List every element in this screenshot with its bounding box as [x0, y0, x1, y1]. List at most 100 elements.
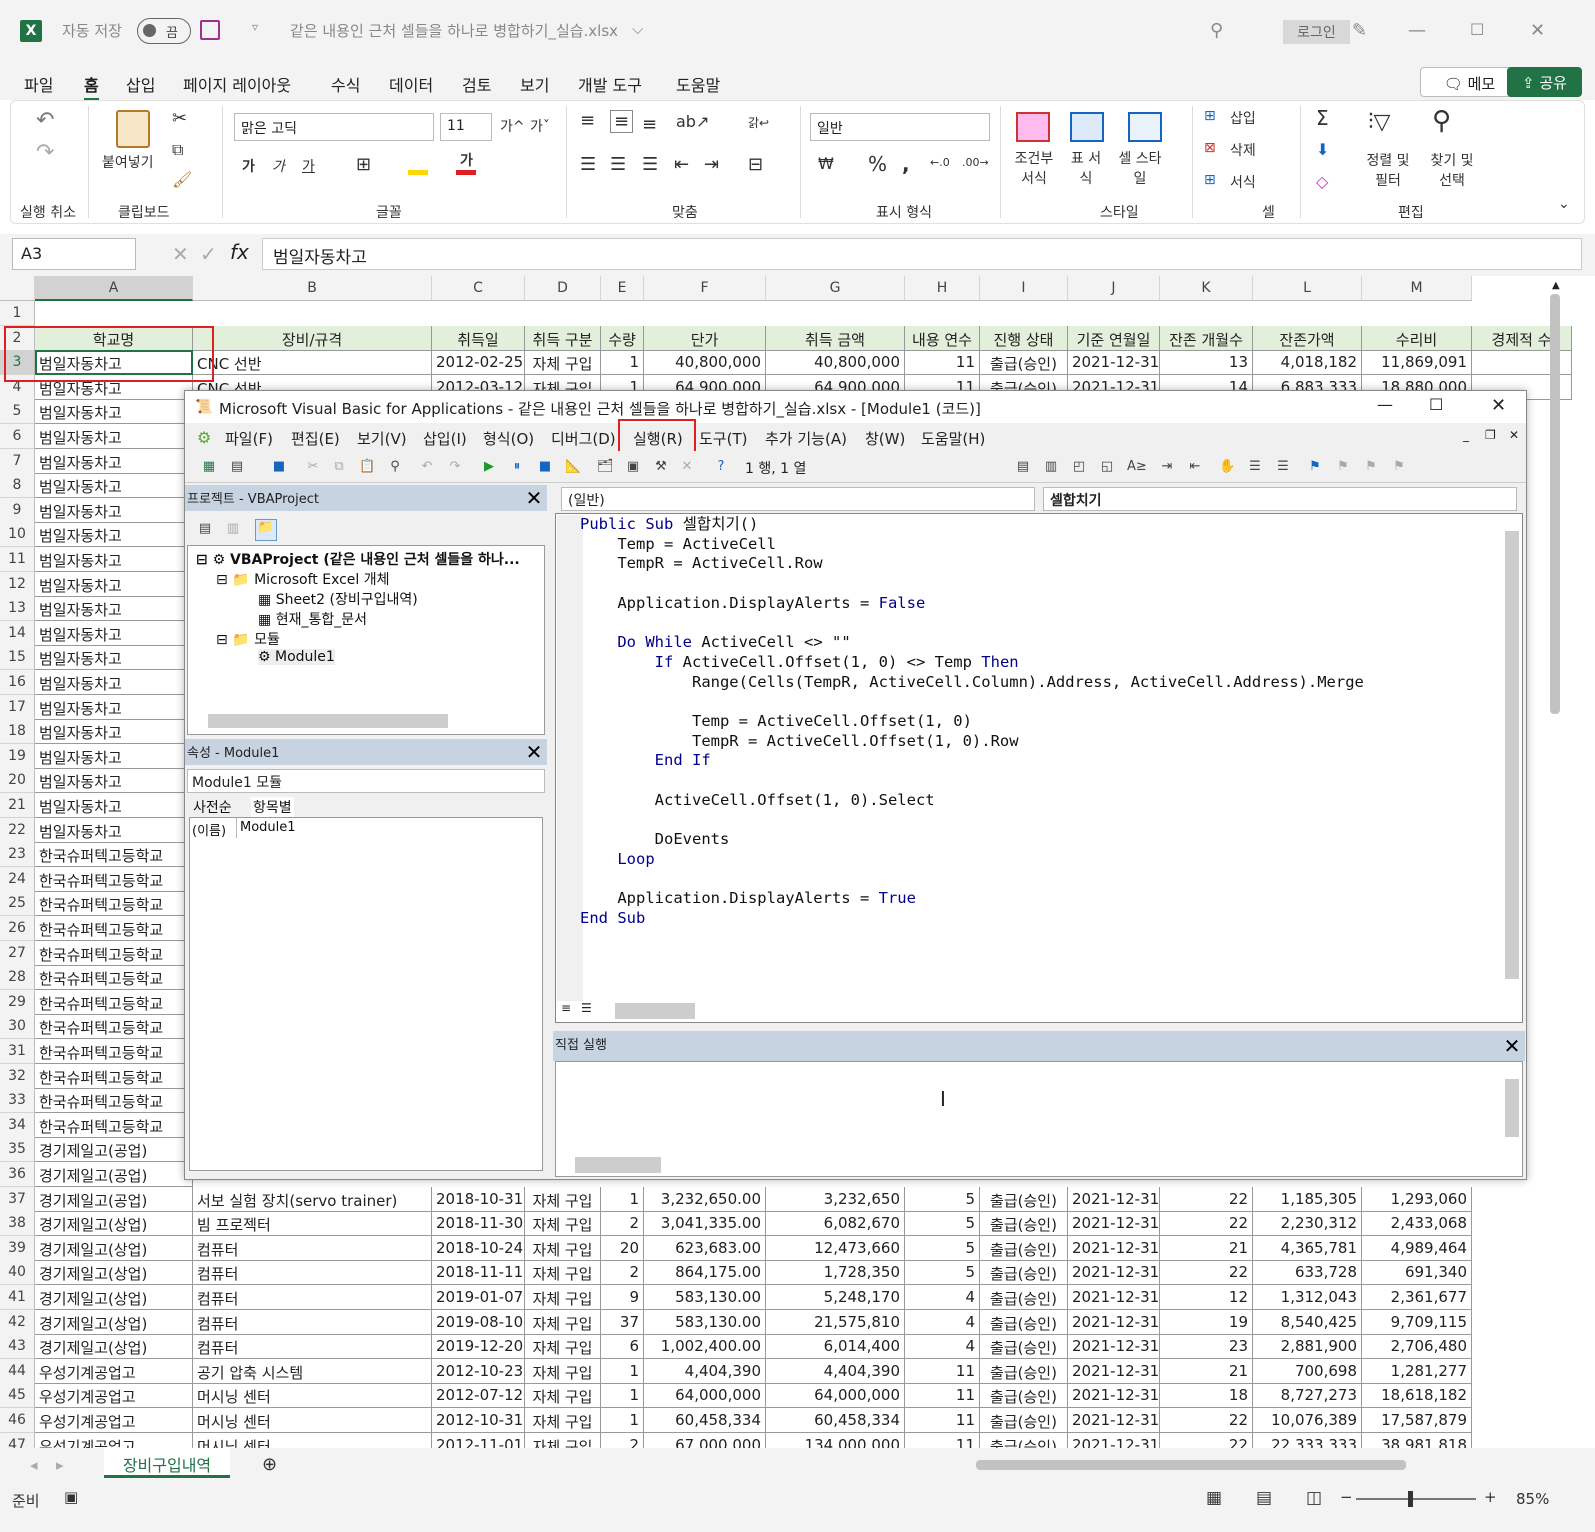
table-cell[interactable]: 2021-12-31	[1068, 1235, 1160, 1261]
vba-paste-icon[interactable]: 📋	[359, 459, 375, 475]
table-cell[interactable]: 11	[905, 1383, 980, 1409]
table-cell[interactable]: 11	[905, 350, 980, 376]
table-cell[interactable]: 출급(승인)	[980, 1408, 1068, 1433]
table-cell[interactable]: 2018-10-31	[432, 1186, 525, 1212]
title-chevron-icon[interactable]: ⌵	[632, 20, 643, 38]
table-cell[interactable]: 머시닝 센터	[193, 1408, 432, 1433]
header-cell[interactable]: 취득일	[432, 325, 525, 351]
prev-bookmark-icon[interactable]: ⚑	[1363, 459, 1379, 475]
column-header[interactable]: H	[905, 276, 980, 301]
table-cell[interactable]: 2021-12-31	[1068, 1408, 1160, 1433]
header-cell[interactable]: 취득 금액	[766, 325, 905, 351]
tab-home[interactable]: 홈	[84, 72, 99, 101]
table-cell[interactable]: 4	[905, 1334, 980, 1360]
table-cell[interactable]: 우성기계공업고	[35, 1408, 193, 1433]
table-cell[interactable]: 한국슈퍼텍고등학교	[35, 989, 193, 1015]
table-cell[interactable]: 자체 구입	[525, 1309, 601, 1335]
table-cell[interactable]: 경기제일고(공업)	[35, 1186, 193, 1212]
table-cell[interactable]: 우성기계공업고	[35, 1383, 193, 1409]
conditional-format-icon[interactable]	[1016, 112, 1050, 142]
code-line[interactable]: TempR = ActiveCell.Offset(1, 0).Row	[580, 732, 1500, 752]
border-icon[interactable]: ⊞	[356, 154, 371, 175]
header-cell[interactable]: 내용 연수	[905, 325, 980, 351]
table-cell[interactable]: 범일자동차고	[35, 694, 193, 720]
cell-style-label[interactable]: 셀 스타일	[1118, 148, 1162, 188]
table-cell[interactable]: 자체 구입	[525, 1383, 601, 1409]
vba-menu-insert[interactable]: 삽입(I)	[423, 428, 467, 449]
table-cell[interactable]: 2,230,312	[1253, 1211, 1362, 1237]
table-cell[interactable]: 1	[601, 1358, 644, 1384]
table-cell[interactable]: 범일자동차고	[35, 473, 193, 499]
table-cell[interactable]: 자체 구입	[525, 1408, 601, 1433]
row-header[interactable]: 19	[0, 743, 35, 769]
table-cell[interactable]: 2012-10-31	[432, 1408, 525, 1433]
code-line[interactable]: Range(Cells(TempR, ActiveCell.Column).Ad…	[580, 673, 1500, 693]
page-break-view-icon[interactable]: ◫	[1306, 1488, 1322, 1508]
row-header[interactable]: 20	[0, 768, 35, 794]
table-cell[interactable]: 1,185,305	[1253, 1186, 1362, 1212]
normal-view-icon[interactable]: ▦	[1206, 1488, 1222, 1508]
column-header[interactable]: J	[1068, 276, 1160, 301]
vba-redo-icon[interactable]: ↷	[447, 459, 463, 475]
table-cell[interactable]: 범일자동차고	[35, 743, 193, 769]
row-header[interactable]: 22	[0, 817, 35, 843]
table-cell[interactable]: 한국슈퍼텍고등학교	[35, 842, 193, 868]
table-cell[interactable]: 5,248,170	[766, 1285, 905, 1310]
table-cell[interactable]: 2018-11-11	[432, 1260, 525, 1286]
table-cell[interactable]: 17,587,879	[1362, 1408, 1472, 1433]
table-cell[interactable]: 자체 구입	[525, 350, 601, 376]
list-properties-icon[interactable]: ▤	[1015, 459, 1031, 475]
vba-menu-tools[interactable]: 도구(T)	[699, 428, 747, 449]
table-cell[interactable]: 범일자동차고	[35, 670, 193, 695]
view-object-icon[interactable]: ▥	[225, 521, 241, 537]
insert-cells-icon[interactable]: ⊞	[1204, 108, 1216, 124]
font-size-select[interactable]: 11	[440, 113, 492, 141]
table-cell[interactable]: 경기제일고(상업)	[35, 1235, 193, 1261]
vba-menu-view[interactable]: 보기(V)	[357, 428, 407, 449]
table-cell[interactable]: 한국슈퍼텍고등학교	[35, 1014, 193, 1040]
row-header[interactable]: 36	[0, 1162, 35, 1187]
tree-vbaproject[interactable]: ⊟ ⚙ VBAProject (같은 내용인 근처 셀들을 하나...	[196, 549, 520, 569]
align-right-icon[interactable]: ☰	[642, 154, 658, 175]
code-line[interactable]	[580, 692, 1500, 712]
table-cell[interactable]: 컴퓨터	[193, 1260, 432, 1286]
child-close-icon[interactable]: ✕	[1509, 428, 1519, 442]
format-table-icon[interactable]	[1070, 112, 1104, 142]
comma-icon[interactable]: ,	[902, 152, 910, 176]
row-header[interactable]: 39	[0, 1235, 35, 1261]
table-cell[interactable]: 5	[905, 1235, 980, 1261]
column-header[interactable]: F	[644, 276, 766, 301]
header-cell[interactable]: 진행 상태	[980, 325, 1068, 351]
merge-center-icon[interactable]: ⊟	[748, 154, 763, 175]
delete-cells-icon[interactable]: ⊠	[1204, 140, 1216, 156]
view-excel-icon[interactable]: ▦	[201, 459, 217, 475]
row-header[interactable]: 18	[0, 719, 35, 745]
tree-modules[interactable]: ⊟ 📁 모듈	[216, 629, 280, 649]
table-cell[interactable]: 출급(승인)	[980, 1383, 1068, 1409]
table-cell[interactable]: 범일자동차고	[35, 547, 193, 572]
insert-cells-label[interactable]: 삽입	[1230, 108, 1256, 128]
props-tab-category[interactable]: 항목별	[251, 797, 294, 817]
code-line[interactable]	[580, 613, 1500, 633]
full-module-view-icon[interactable]: ☰	[581, 1001, 592, 1015]
comment-block-icon[interactable]: ☰	[1247, 459, 1263, 475]
table-cell[interactable]: 출급(승인)	[980, 1260, 1068, 1286]
view-code-icon[interactable]: ▤	[197, 521, 213, 537]
table-cell[interactable]: 37	[601, 1309, 644, 1335]
tab-developer[interactable]: 개발 도구	[578, 72, 642, 96]
table-cell[interactable]: 700,698	[1253, 1358, 1362, 1384]
table-cell[interactable]: 출급(승인)	[980, 1235, 1068, 1261]
vba-menu-format[interactable]: 형식(O)	[483, 428, 534, 449]
fill-color-icon[interactable]	[408, 170, 428, 175]
header-cell[interactable]: 장비/규격	[193, 325, 432, 351]
column-header[interactable]: L	[1253, 276, 1362, 301]
row-header[interactable]: 32	[0, 1063, 35, 1089]
table-cell[interactable]: 13	[1160, 350, 1253, 376]
toggle-bookmark-icon[interactable]: ⚑	[1307, 459, 1323, 475]
indent-decrease-icon[interactable]: ⇤	[674, 154, 689, 175]
collapse-ribbon-icon[interactable]: ⌄	[1558, 196, 1570, 212]
table-cell[interactable]: 한국슈퍼텍고등학교	[35, 866, 193, 892]
enter-icon[interactable]: ✓	[200, 242, 217, 266]
header-cell[interactable]: 취득 구분	[525, 325, 601, 351]
table-cell[interactable]: 22	[1160, 1408, 1253, 1433]
